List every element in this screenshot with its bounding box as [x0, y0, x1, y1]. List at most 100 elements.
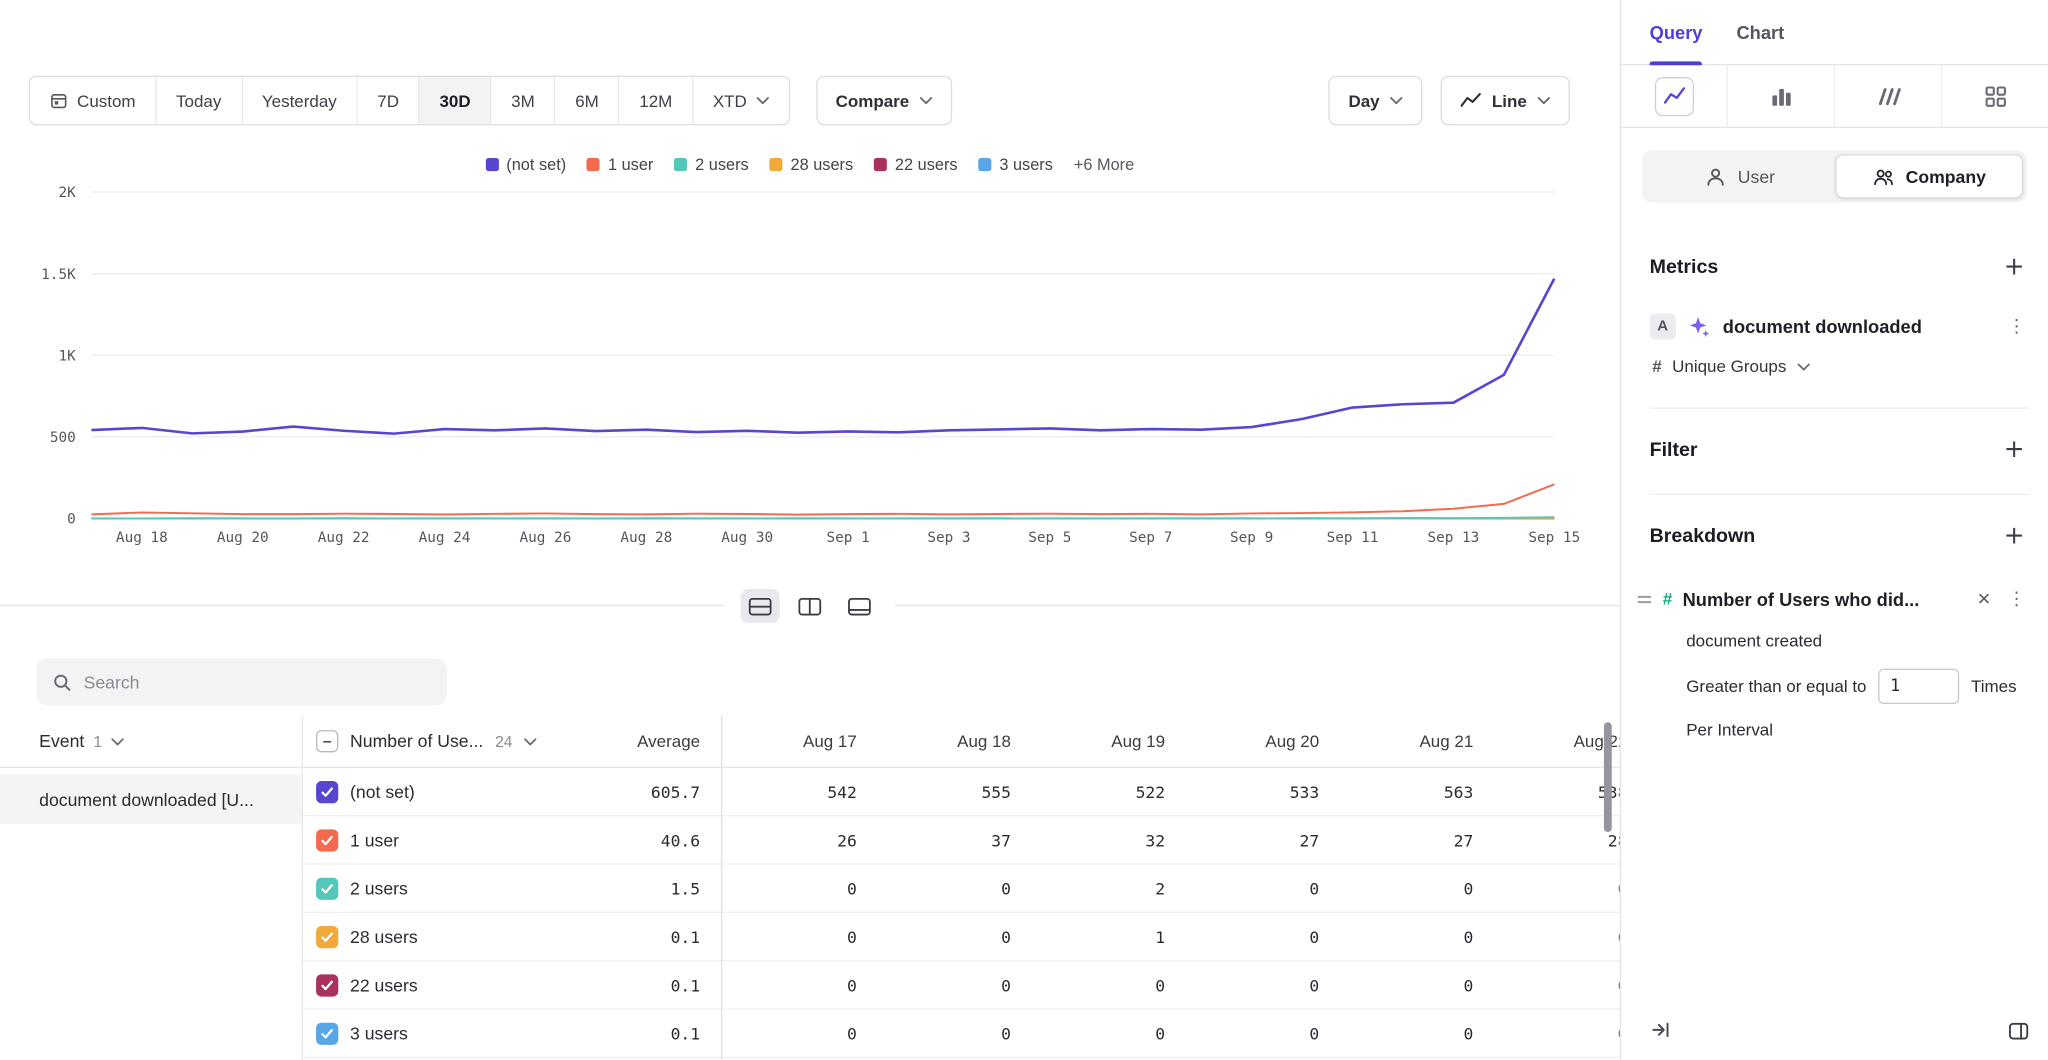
add-filter-button[interactable]: +	[1998, 438, 2029, 463]
y-axis-tick: 500	[50, 430, 76, 446]
x-axis-tick: Sep 5	[1028, 530, 1071, 546]
add-metric-button[interactable]: +	[1998, 255, 2029, 280]
breakdown-title: Breakdown	[1650, 525, 1756, 547]
collapse-panel-button[interactable]	[1650, 1019, 1672, 1048]
interval-button[interactable]: Day	[1329, 76, 1423, 126]
chart-type-button[interactable]: Line	[1441, 76, 1570, 126]
series-checkbox[interactable]	[316, 780, 338, 802]
user-company-toggle: User Company	[1642, 150, 2027, 202]
range-12m-button[interactable]: 12M	[618, 77, 692, 124]
bar-chart-icon	[1768, 83, 1794, 109]
date-column-header[interactable]: Aug 18	[875, 731, 1029, 751]
date-column-header[interactable]: Aug 17	[721, 731, 875, 751]
event-list-item[interactable]: document downloaded [U...	[0, 775, 302, 825]
table-row-22-users: 22 users0.1000000	[303, 961, 1620, 1009]
cell-value: 1	[1029, 927, 1183, 947]
range-yesterday-button[interactable]: Yesterday	[241, 77, 356, 124]
range-custom-button[interactable]: Custom	[30, 77, 155, 124]
layout-split-horizontal-button[interactable]	[741, 589, 780, 623]
drag-handle-icon[interactable]	[1637, 591, 1653, 607]
average-value: 0.1	[564, 1023, 721, 1043]
group-column-header[interactable]: Number of Use...	[350, 731, 483, 751]
bottom-panel-icon	[848, 596, 872, 616]
series-checkbox[interactable]	[316, 1022, 338, 1044]
legend-swatch-icon	[674, 158, 687, 171]
legend-item-22-users[interactable]: 22 users	[874, 155, 958, 173]
cell-value: 26	[721, 830, 875, 850]
times-value-input[interactable]	[1878, 669, 1959, 704]
event-count: 1	[93, 732, 102, 750]
date-column-header[interactable]: Aug 19	[1029, 731, 1183, 751]
series-line-not-set	[91, 279, 1554, 434]
compare-button[interactable]: Compare	[816, 76, 952, 126]
vertical-scrollbar[interactable]	[1604, 722, 1612, 832]
metric-menu-icon[interactable]: ⋮	[2004, 317, 2030, 335]
series-label: (not set)	[350, 782, 415, 802]
aggregation-selector[interactable]: # Unique Groups	[1650, 357, 2030, 377]
breakdown-menu-icon[interactable]: ⋮	[2004, 590, 2030, 608]
add-breakdown-button[interactable]: +	[1998, 524, 2029, 549]
legend-item-1-user[interactable]: 1 user	[587, 155, 653, 173]
breakdown-interval[interactable]: Per Interval	[1686, 720, 2030, 740]
toggle-user[interactable]: User	[1646, 154, 1835, 198]
split-horizontal-icon	[748, 596, 772, 616]
search-input[interactable]	[84, 672, 431, 692]
select-all-checkbox[interactable]: −	[316, 730, 338, 752]
chart-style-bar-button[interactable]	[1727, 65, 1834, 126]
tab-query[interactable]: Query	[1650, 0, 1703, 64]
legend-item-2-users[interactable]: 2 users	[674, 155, 748, 173]
toggle-company[interactable]: Company	[1834, 154, 2023, 198]
series-label: 1 user	[350, 830, 399, 850]
series-checkbox[interactable]	[316, 974, 338, 996]
range-label: 6M	[575, 91, 599, 111]
panel-tabs: Query Chart	[1621, 0, 2048, 65]
range-today-button[interactable]: Today	[155, 77, 241, 124]
toggle-user-label: User	[1738, 167, 1775, 187]
average-value: 0.1	[564, 927, 721, 947]
layout-bottom-panel-button[interactable]	[840, 589, 879, 623]
layout-split-vertical-button[interactable]	[790, 589, 829, 623]
date-column-header[interactable]: Aug 20	[1183, 731, 1337, 751]
legend-item-28-users[interactable]: 28 users	[770, 155, 854, 173]
query-sections: Metrics + A document downloaded ⋮ # Uniq…	[1621, 255, 2048, 740]
series-label: 3 users	[350, 1023, 408, 1043]
check-icon	[320, 833, 334, 847]
average-column-header[interactable]: Average	[564, 731, 721, 751]
section-divider	[1650, 494, 2030, 495]
event-column-header[interactable]: Event 1	[0, 716, 302, 768]
series-checkbox[interactable]	[316, 877, 338, 899]
chevron-down-icon	[756, 97, 769, 105]
series-checkbox[interactable]	[316, 829, 338, 851]
y-axis-tick: 2K	[58, 185, 76, 201]
remove-breakdown-icon[interactable]: ×	[1975, 588, 1993, 610]
legend-more[interactable]: +6 More	[1074, 155, 1134, 173]
date-column-header[interactable]: Aug 21	[1337, 731, 1491, 751]
date-column-header[interactable]: Aug 22	[1492, 731, 1620, 751]
legend-item-not-set[interactable]: (not set)	[485, 155, 566, 173]
range-3m-button[interactable]: 3M	[490, 77, 554, 124]
chart-style-flow-button[interactable]	[1834, 65, 1941, 126]
range-xtd-button[interactable]: XTD	[692, 77, 789, 124]
legend-swatch-icon	[770, 158, 783, 171]
tab-chart[interactable]: Chart	[1736, 0, 1784, 64]
layout-toggle	[0, 589, 1620, 623]
range-6m-button[interactable]: 6M	[554, 77, 618, 124]
metrics-title: Metrics	[1650, 256, 1719, 278]
breakdown-property[interactable]: Number of Users who did...	[1683, 588, 1965, 609]
condition-label[interactable]: Greater than or equal to	[1686, 677, 1866, 697]
chart-style-more-button[interactable]	[1941, 65, 2048, 126]
chart-workspace: CustomTodayYesterday7D30D3M 6M 12MXTD Comp…	[0, 0, 1620, 1060]
legend-label: 28 users	[791, 155, 854, 173]
series-checkbox[interactable]	[316, 925, 338, 947]
cell-value: 0	[875, 927, 1029, 947]
chart-style-line-button[interactable]	[1621, 65, 1727, 126]
legend-item-3-users[interactable]: 3 users	[978, 155, 1052, 173]
cell-value: 0	[1337, 878, 1491, 898]
panel-layout-button[interactable]	[2008, 1020, 2030, 1049]
range-7d-button[interactable]: 7D	[356, 77, 418, 124]
metrics-section-header: Metrics +	[1650, 255, 2030, 280]
event-list-panel: Event 1 document downloaded [U...	[0, 716, 303, 1060]
range-30d-button[interactable]: 30D	[419, 77, 491, 124]
metric-item[interactable]: A document downloaded ⋮	[1650, 313, 2030, 339]
breakdown-event[interactable]: document created	[1686, 631, 2030, 651]
